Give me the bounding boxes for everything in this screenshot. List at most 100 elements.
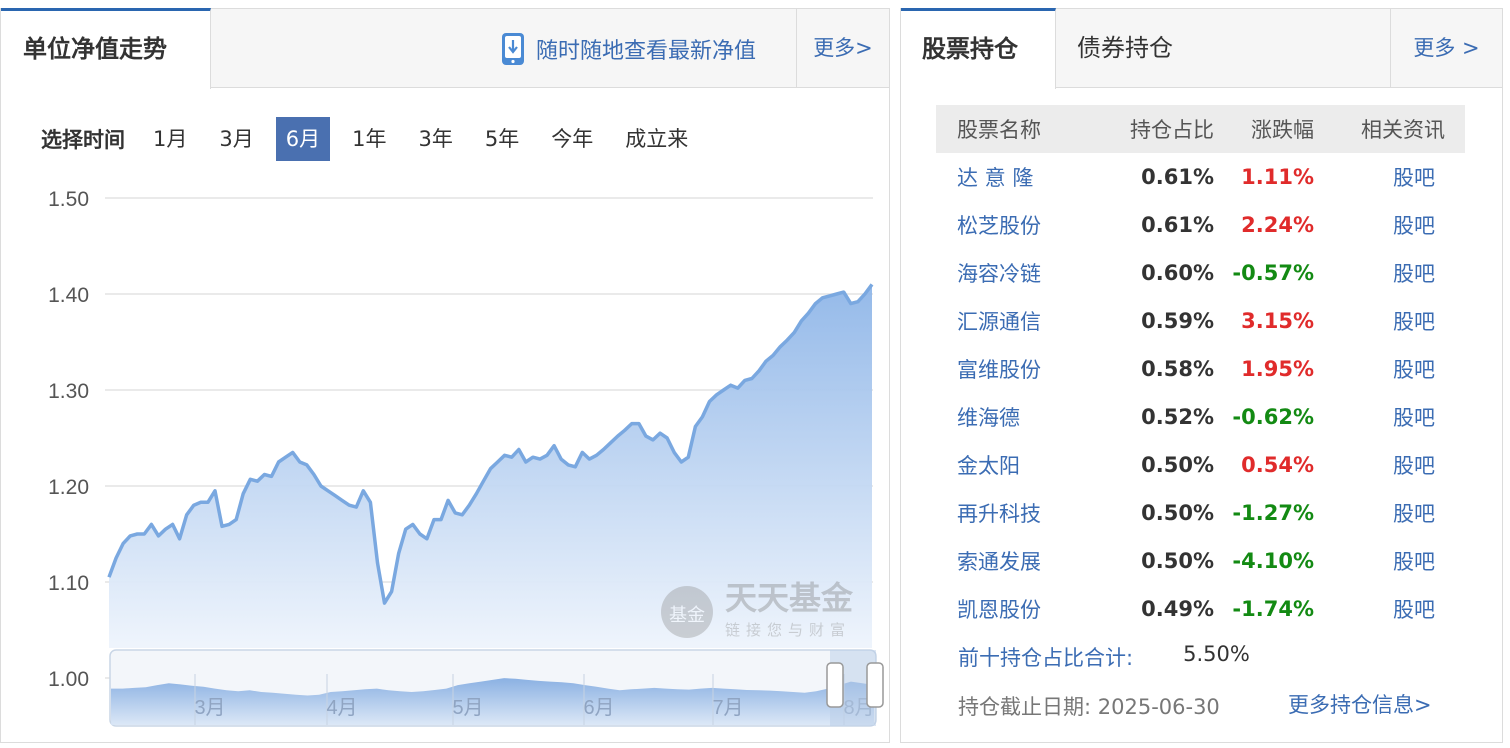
time-range-selector: 选择时间 1月 3月 6月 1年 3年 5年 今年 成立来 bbox=[41, 117, 710, 161]
more-holdings-link[interactable]: 更多持仓信息> bbox=[1288, 689, 1432, 719]
holdings-table-header: 股票名称 持仓占比 涨跌幅 相关资讯 bbox=[936, 105, 1465, 153]
range-3m[interactable]: 3月 bbox=[209, 117, 263, 161]
navigator-month-label: 5月 bbox=[452, 697, 483, 719]
guba-link[interactable]: 股吧 bbox=[1314, 546, 1465, 576]
col-related-news: 相关资讯 bbox=[1361, 118, 1445, 142]
mobile-promo-link[interactable]: 随时随地查看最新净值 bbox=[502, 31, 756, 67]
stock-name-link[interactable]: 维海德 bbox=[936, 402, 1086, 432]
holding-pct: 0.50% bbox=[1141, 453, 1214, 477]
watermark-badge: 基金 bbox=[669, 605, 705, 626]
guba-link[interactable]: 股吧 bbox=[1314, 306, 1465, 336]
holding-pct: 0.52% bbox=[1141, 405, 1214, 429]
col-holding-pct: 持仓占比 bbox=[1130, 118, 1214, 142]
guba-link[interactable]: 股吧 bbox=[1314, 450, 1465, 480]
change-pct: -0.62% bbox=[1232, 405, 1314, 429]
change-pct: 0.54% bbox=[1241, 453, 1314, 477]
range-ytd[interactable]: 今年 bbox=[541, 117, 603, 161]
range-3y[interactable]: 3年 bbox=[409, 117, 463, 161]
holding-pct: 0.50% bbox=[1141, 549, 1214, 573]
y-tick-label: 1.40 bbox=[48, 284, 89, 307]
change-pct: 3.15% bbox=[1241, 309, 1314, 333]
holding-row: 索通发展 0.50% -4.10% 股吧 bbox=[936, 537, 1465, 585]
stock-name-link[interactable]: 金太阳 bbox=[936, 450, 1086, 480]
holding-row: 松芝股份 0.61% 2.24% 股吧 bbox=[936, 201, 1465, 249]
stock-name-link[interactable]: 汇源通信 bbox=[936, 306, 1086, 336]
holdings-as-of-date: 持仓截止日期: 2025-06-30 bbox=[958, 695, 1220, 719]
range-navigator[interactable]: 3月4月5月6月7月8月 bbox=[109, 649, 884, 727]
watermark-slogan: 链接您与财富 bbox=[725, 621, 851, 639]
stock-name-link[interactable]: 凯恩股份 bbox=[936, 594, 1086, 624]
y-tick-label: 1.30 bbox=[48, 380, 89, 403]
guba-link[interactable]: 股吧 bbox=[1314, 498, 1465, 528]
change-pct: -1.74% bbox=[1232, 597, 1314, 621]
holding-row: 凯恩股份 0.49% -1.74% 股吧 bbox=[936, 585, 1465, 633]
navigator-month-label: 7月 bbox=[712, 697, 743, 719]
stock-name-link[interactable]: 松芝股份 bbox=[936, 210, 1086, 240]
holding-row: 海容冷链 0.60% -0.57% 股吧 bbox=[936, 249, 1465, 297]
watermark: 基金 天天基金 链接您与财富 bbox=[661, 579, 854, 639]
holding-row: 富维股份 0.58% 1.95% 股吧 bbox=[936, 345, 1465, 393]
stock-name-link[interactable]: 达 意 隆 bbox=[936, 162, 1086, 192]
change-pct: 1.11% bbox=[1241, 165, 1314, 189]
holdings-more-link[interactable]: 更多 > bbox=[1390, 9, 1502, 88]
nav-chart: 1.501.401.301.201.101.00 基金 天天基金 链接您与财富 … bbox=[48, 188, 884, 727]
holding-pct: 0.58% bbox=[1141, 357, 1214, 381]
top10-summary-value: 5.50% bbox=[1183, 642, 1250, 666]
guba-link[interactable]: 股吧 bbox=[1314, 594, 1465, 624]
navigator-handle-right[interactable] bbox=[866, 662, 884, 708]
range-inception[interactable]: 成立来 bbox=[615, 117, 698, 161]
phone-download-icon bbox=[502, 33, 524, 65]
top10-summary-label: 前十持仓占比合计: bbox=[958, 646, 1134, 670]
col-change: 涨跌幅 bbox=[1251, 118, 1314, 142]
holding-pct: 0.61% bbox=[1141, 213, 1214, 237]
holdings-panel: 股票持仓 债券持仓 更多 > 股票名称 持仓占比 涨跌幅 相关资讯 达 意 隆 0… bbox=[900, 8, 1503, 743]
holding-pct: 0.49% bbox=[1141, 597, 1214, 621]
navigator-month-label: 6月 bbox=[583, 697, 614, 719]
stock-name-link[interactable]: 索通发展 bbox=[936, 546, 1086, 576]
stock-name-link[interactable]: 海容冷链 bbox=[936, 258, 1086, 288]
y-tick-label: 1.10 bbox=[48, 572, 89, 595]
range-1y[interactable]: 1年 bbox=[342, 117, 396, 161]
stock-name-link[interactable]: 富维股份 bbox=[936, 354, 1086, 384]
guba-link[interactable]: 股吧 bbox=[1314, 258, 1465, 288]
holding-row: 达 意 隆 0.61% 1.11% 股吧 bbox=[936, 153, 1465, 201]
y-tick-label: 1.20 bbox=[48, 476, 89, 499]
guba-link[interactable]: 股吧 bbox=[1314, 210, 1465, 240]
range-6m[interactable]: 6月 bbox=[275, 117, 331, 161]
holdings-header: 股票持仓 债券持仓 更多 > bbox=[901, 8, 1502, 89]
tab-bond-holdings[interactable]: 债券持仓 bbox=[1077, 9, 1173, 88]
holding-pct: 0.59% bbox=[1141, 309, 1214, 333]
change-pct: -4.10% bbox=[1232, 549, 1314, 573]
change-pct: -0.57% bbox=[1232, 261, 1314, 285]
holding-pct: 0.61% bbox=[1141, 165, 1214, 189]
nav-more-link[interactable]: 更多> bbox=[796, 9, 889, 88]
tab-stock-holdings[interactable]: 股票持仓 bbox=[901, 8, 1056, 89]
y-tick-label: 1.50 bbox=[48, 188, 89, 211]
top10-summary: 前十持仓占比合计: 5.50% bbox=[958, 642, 1250, 672]
holding-row: 再升科技 0.50% -1.27% 股吧 bbox=[936, 489, 1465, 537]
navigator-handle-left[interactable] bbox=[826, 662, 844, 708]
change-pct: 2.24% bbox=[1241, 213, 1314, 237]
promo-text: 随时随地查看最新净值 bbox=[536, 39, 757, 64]
guba-link[interactable]: 股吧 bbox=[1314, 402, 1465, 432]
guba-link[interactable]: 股吧 bbox=[1314, 354, 1465, 384]
navigator-month-label: 4月 bbox=[326, 697, 357, 719]
range-5y[interactable]: 5年 bbox=[475, 117, 529, 161]
navigator-month-label: 3月 bbox=[194, 697, 225, 719]
holding-row: 金太阳 0.50% 0.54% 股吧 bbox=[936, 441, 1465, 489]
nav-trend-header: 单位净值走势 随时随地查看最新净值 更多> bbox=[1, 8, 889, 89]
holding-pct: 0.60% bbox=[1141, 261, 1214, 285]
holding-pct: 0.50% bbox=[1141, 501, 1214, 525]
stock-name-link[interactable]: 再升科技 bbox=[936, 498, 1086, 528]
holding-row: 汇源通信 0.59% 3.15% 股吧 bbox=[936, 297, 1465, 345]
range-label: 选择时间 bbox=[41, 128, 125, 152]
holding-row: 维海德 0.52% -0.62% 股吧 bbox=[936, 393, 1465, 441]
guba-link[interactable]: 股吧 bbox=[1314, 162, 1465, 192]
holdings-table: 股票名称 持仓占比 涨跌幅 相关资讯 达 意 隆 0.61% 1.11% 股吧 松芝股份… bbox=[936, 105, 1465, 633]
change-pct: -1.27% bbox=[1232, 501, 1314, 525]
tab-nav-trend[interactable]: 单位净值走势 bbox=[1, 8, 211, 89]
range-1m[interactable]: 1月 bbox=[143, 117, 197, 161]
col-stock-name: 股票名称 bbox=[957, 118, 1041, 142]
watermark-name: 天天基金 bbox=[725, 579, 854, 617]
nav-trend-panel: 单位净值走势 随时随地查看最新净值 更多> 选择时间 1月 3月 6月 1年 3… bbox=[0, 8, 890, 743]
